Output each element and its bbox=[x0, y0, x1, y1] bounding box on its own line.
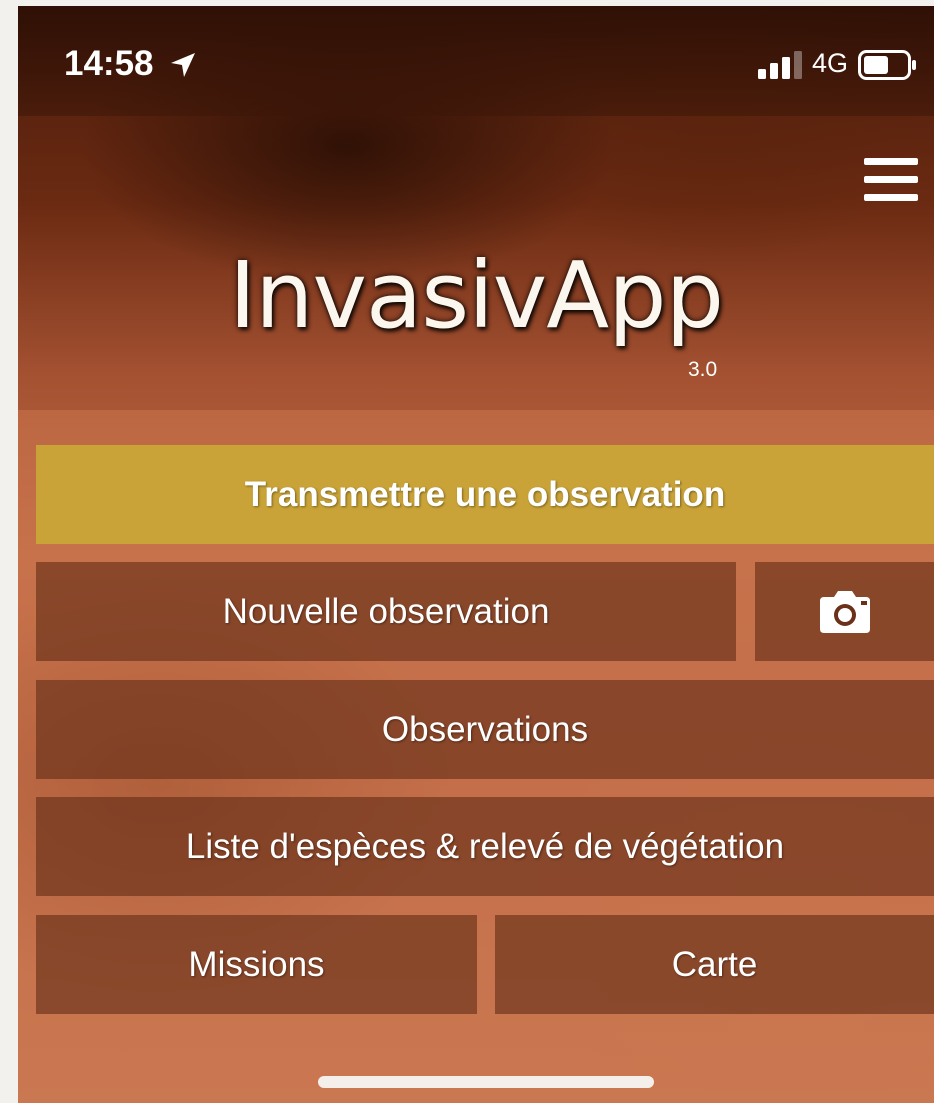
transmit-observation-button[interactable]: Transmettre une observation bbox=[36, 445, 934, 544]
camera-button[interactable] bbox=[755, 562, 934, 661]
new-observation-button[interactable]: Nouvelle observation bbox=[36, 562, 736, 661]
hamburger-menu-icon[interactable] bbox=[864, 158, 918, 202]
network-type: 4G bbox=[812, 48, 849, 78]
missions-button[interactable]: Missions bbox=[36, 915, 477, 1014]
status-bar: 14:58 4G bbox=[18, 6, 934, 116]
species-list-button[interactable]: Liste d'espèces & relevé de végétation bbox=[36, 797, 934, 896]
location-arrow-icon bbox=[171, 53, 195, 77]
observations-button[interactable]: Observations bbox=[36, 680, 934, 779]
app-title: InvasivApp bbox=[229, 242, 724, 349]
signal-icon bbox=[758, 51, 802, 79]
home-indicator[interactable] bbox=[318, 1076, 654, 1088]
map-button[interactable]: Carte bbox=[495, 915, 934, 1014]
app-version: 3.0 bbox=[688, 358, 718, 381]
status-time: 14:58 bbox=[64, 44, 154, 83]
app-screen: 14:58 4G InvasivApp 3.0 Transmettre une … bbox=[18, 6, 934, 1103]
battery-icon bbox=[858, 50, 916, 80]
camera-icon bbox=[819, 590, 870, 633]
